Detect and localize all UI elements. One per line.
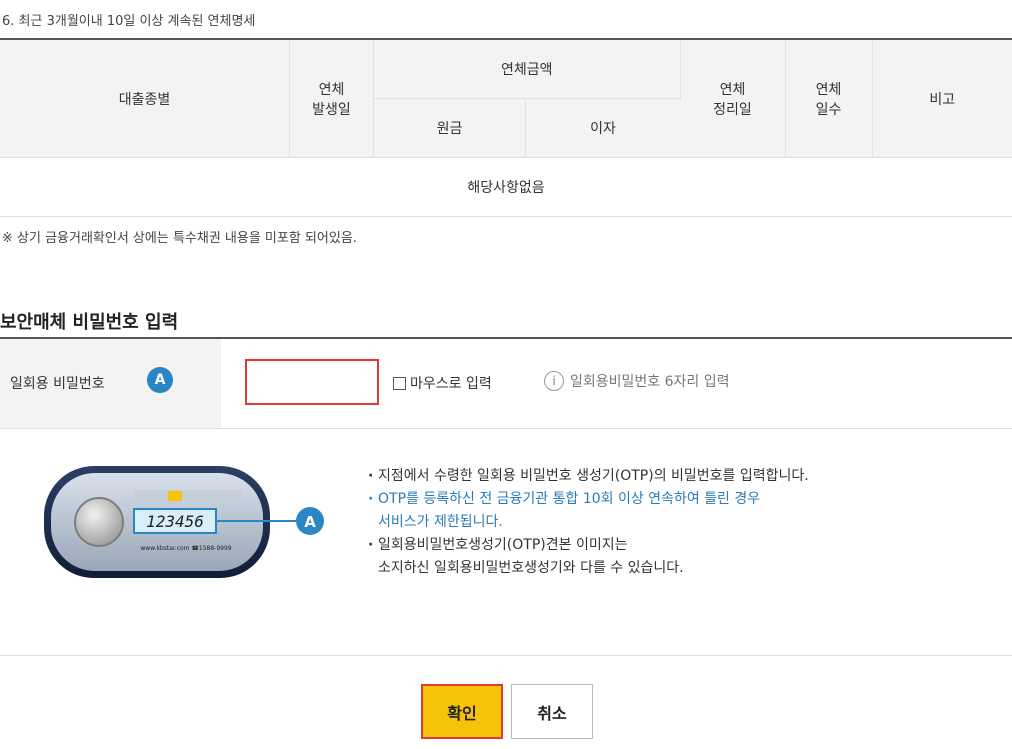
otp-device-footer: www.kbstar.com ☎1588-9999 <box>140 545 231 552</box>
special-bond-note: ※ 상기 금융거래확인서 상에는 특수채권 내용을 미포함 되어있음. <box>2 231 357 246</box>
confirm-button[interactable]: 확인 <box>421 684 503 739</box>
header-settle-date: 연체 정리일 <box>680 38 786 158</box>
otp-brand-strip <box>134 490 242 502</box>
header-occur-date-line1: 연체 <box>318 81 345 98</box>
instruction-1: 지점에서 수령한 일회용 비밀번호 생성기(OTP)의 비밀번호를 입력합니다. <box>368 465 809 488</box>
security-heading: 보안매체 비밀번호 입력 <box>0 312 179 333</box>
mouse-input-label: 마우스로 입력 <box>410 376 492 392</box>
otp-pointer-label: A <box>304 513 316 531</box>
divider <box>0 655 1012 656</box>
otp-device-button <box>74 497 124 547</box>
arrears-table: 대출종별 연체 발생일 연체금액 연체 정리일 연체 일수 비고 원금 이자 해… <box>0 38 1012 217</box>
otp-device-illustration: 123456 www.kbstar.com ☎1588-9999 A <box>44 466 324 578</box>
header-occur-date: 연체 발생일 <box>289 38 374 158</box>
header-loan-type: 대출종별 <box>0 38 290 158</box>
header-days-line1: 연체 <box>815 81 842 98</box>
empty-row-message: 해당사항없음 <box>0 157 1012 217</box>
otp-password-input[interactable] <box>245 359 379 405</box>
section-title: 6. 최근 3개월이내 10일 이상 계속된 연체명세 <box>2 14 256 29</box>
mouse-input-checkbox[interactable] <box>393 376 406 390</box>
header-principal: 원금 <box>373 98 526 158</box>
header-amount-group: 연체금액 <box>373 38 681 99</box>
header-interest: 이자 <box>525 98 680 158</box>
header-remarks: 비고 <box>872 38 1012 158</box>
otp-info-hint: i 일회용비밀번호 6자리 입력 <box>544 371 730 391</box>
instruction-2b: 서비스가 제한됩니다. <box>378 514 503 530</box>
cancel-button[interactable]: 취소 <box>511 684 593 739</box>
otp-badge: A <box>147 367 173 393</box>
otp-label: 일회용 비밀번호 <box>10 376 105 392</box>
header-settle-date-line1: 연체 <box>719 81 746 98</box>
otp-instructions: 지점에서 수령한 일회용 비밀번호 생성기(OTP)의 비밀번호를 입력합니다.… <box>368 465 809 580</box>
header-settle-date-line2: 정리일 <box>713 101 752 118</box>
header-occur-date-line2: 발생일 <box>312 101 351 118</box>
otp-screen-digits: 123456 <box>146 512 204 531</box>
otp-label-cell: 일회용 비밀번호 A <box>0 339 221 428</box>
info-icon: i <box>544 371 564 391</box>
instruction-2a: OTP를 등록하신 전 금융기관 통합 10회 이상 연속하여 틀린 경우 <box>368 488 809 511</box>
mouse-input-toggle[interactable]: 마우스로 입력 <box>393 373 492 393</box>
instruction-3b: 소지하신 일회용비밀번호생성기와 다를 수 있습니다. <box>378 560 684 576</box>
otp-input-row: 일회용 비밀번호 A 마우스로 입력 i 일회용비밀번호 6자리 입력 <box>0 337 1012 429</box>
header-days: 연체 일수 <box>785 38 873 158</box>
header-days-line2: 일수 <box>815 101 842 118</box>
instruction-3a: 일회용비밀번호생성기(OTP)견본 이미지는 <box>368 534 809 557</box>
otp-brand-logo <box>168 491 182 501</box>
otp-info-text: 일회용비밀번호 6자리 입력 <box>570 374 730 390</box>
